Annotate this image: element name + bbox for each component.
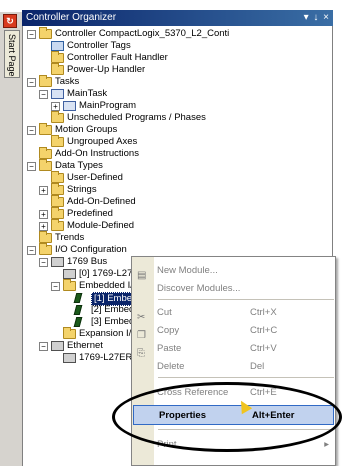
folder-icon (39, 27, 52, 39)
menu-item-copy[interactable]: ❐ Copy Ctrl+C (132, 321, 335, 341)
folder-icon (51, 207, 64, 219)
tree-node-label: Power-Up Handler (67, 64, 146, 75)
title-buttons[interactable]: ▾ ↓ × (304, 10, 330, 26)
tree-expander-icon[interactable]: − (39, 342, 48, 351)
tree-expander-icon[interactable]: + (39, 222, 48, 231)
menu-item-label: Paste (157, 343, 182, 354)
menu-separator (158, 377, 334, 378)
organizer-pin-icon[interactable]: ↻ (3, 14, 17, 28)
tree-expander-icon[interactable]: + (39, 186, 48, 195)
tree-node-label: Module-Defined (67, 220, 135, 231)
submenu-arrow-icon: ▸ (324, 439, 329, 450)
tree-node-label: Trends (55, 232, 85, 243)
tree-node-label: 1769 Bus (67, 256, 108, 267)
menu-item-discover-modules[interactable]: Discover Modules... (132, 279, 335, 299)
tree-node-label: Add-On-Defined (67, 196, 136, 207)
folder-icon (39, 75, 52, 87)
folder-icon (39, 243, 52, 255)
menu-item-shortcut: Del (250, 361, 265, 372)
tree-node-label: Unscheduled Programs / Phases (67, 112, 206, 123)
menu-item-delete[interactable]: Delete Del (132, 357, 335, 377)
tree-node-label: MainProgram (79, 100, 137, 111)
tree-expander-icon[interactable]: − (39, 258, 48, 267)
folder-icon (39, 231, 52, 243)
menu-item-shortcut: Ctrl+C (250, 325, 278, 336)
tree-node-label: User-Defined (67, 172, 123, 183)
tree-node-label: Data Types (55, 160, 103, 171)
tree-node-label: Ethernet (67, 340, 103, 351)
folder-icon (39, 147, 52, 159)
window-title: Controller Organizer (26, 12, 117, 23)
menu-item-shortcut: Ctrl+X (250, 307, 277, 318)
module-icon (51, 257, 64, 267)
module-icon (51, 341, 64, 351)
tree-expander-icon[interactable]: − (27, 246, 36, 255)
tree-expander-icon[interactable]: − (51, 282, 60, 291)
tag-icon (51, 41, 64, 51)
folder-icon (51, 111, 64, 123)
tree-node-label: Controller Tags (67, 40, 131, 51)
tree-node-label: Motion Groups (55, 124, 118, 135)
start-page-tab[interactable]: Start Page (4, 30, 20, 78)
menu-item-label: Cut (157, 307, 172, 318)
folder-icon (51, 219, 64, 231)
tree-expander-icon[interactable]: − (27, 78, 36, 87)
highlight-ellipse (112, 382, 342, 452)
tree-node-label: I/O Configuration (55, 244, 127, 255)
tree-node-label: Strings (67, 184, 97, 195)
tree-node-label: Add-On Instructions (55, 148, 139, 159)
tree-node-label: Controller CompactLogix_5370_L2_Conti (55, 28, 230, 39)
title-bar: Controller Organizer ▾ ↓ × (22, 10, 333, 26)
tree-expander-icon[interactable]: − (27, 30, 36, 39)
tree-node-label: Expansion I/O (79, 328, 139, 339)
folder-icon (63, 279, 76, 291)
menu-item-label: Delete (157, 361, 185, 372)
menu-item-new-module[interactable]: ▤ New Module... (132, 261, 335, 281)
module-icon (63, 269, 76, 279)
menu-item-label: New Module... (157, 265, 218, 276)
module-icon (63, 353, 76, 363)
folder-icon (51, 63, 64, 75)
folder-icon (51, 195, 64, 207)
menu-item-paste[interactable]: ⎘ Paste Ctrl+V (132, 339, 335, 359)
tree-expander-icon[interactable]: + (39, 210, 48, 219)
io-icon (73, 305, 83, 315)
menu-item-shortcut: Ctrl+V (250, 343, 277, 354)
folder-icon (63, 327, 76, 339)
io-icon (73, 293, 83, 303)
tree-expander-icon[interactable]: − (27, 162, 36, 171)
tree-node-label: Ungrouped Axes (67, 136, 138, 147)
tree-node-label: MainTask (67, 88, 108, 99)
menu-item-cut[interactable]: ✂ Cut Ctrl+X (132, 303, 335, 323)
task-icon (63, 101, 76, 111)
io-icon (73, 317, 83, 327)
tree-expander-icon[interactable]: + (51, 102, 60, 111)
folder-icon (51, 171, 64, 183)
tree-expander-icon[interactable]: − (39, 90, 48, 99)
tree-expander-icon[interactable]: − (27, 126, 36, 135)
tree-node-label: Tasks (55, 76, 80, 87)
folder-icon (51, 51, 64, 63)
folder-icon (51, 183, 64, 195)
tree-node-label: Controller Fault Handler (67, 52, 168, 63)
task-icon (51, 89, 64, 99)
folder-icon (39, 123, 52, 135)
folder-icon (39, 159, 52, 171)
tree-node-label: Predefined (67, 208, 113, 219)
menu-separator (158, 299, 334, 300)
menu-item-label: Discover Modules... (157, 283, 241, 294)
folder-icon (51, 135, 64, 147)
menu-item-label: Copy (157, 325, 180, 336)
